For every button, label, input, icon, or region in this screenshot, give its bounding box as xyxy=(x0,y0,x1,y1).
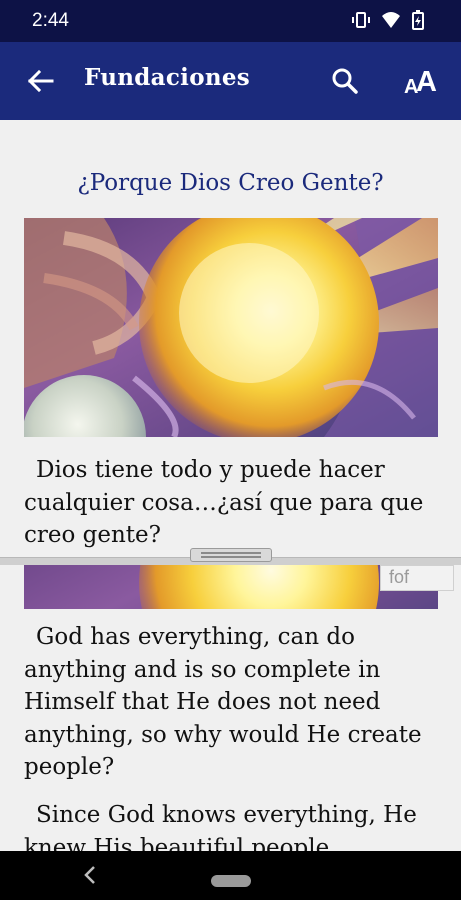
divider-drag-handle[interactable] xyxy=(190,548,272,562)
nav-back-button[interactable] xyxy=(80,863,100,887)
wifi-icon xyxy=(381,10,401,30)
nav-back-icon xyxy=(84,866,95,884)
top-reading-pane[interactable]: ¿Porque Dios Creo Gente? Dios tiene todo… xyxy=(0,120,461,557)
system-nav-bar xyxy=(0,851,461,900)
paragraph-en-1: God has everything, can do anything and … xyxy=(24,624,422,780)
illustration-image xyxy=(24,218,438,437)
paragraph-es: Dios tiene todo y puede hacer cualquier … xyxy=(24,457,424,548)
font-size-button[interactable]: A A xyxy=(400,62,444,102)
status-time: 2:44 xyxy=(32,10,69,31)
bottom-reading-pane[interactable]: fof God has everything, can do anything … xyxy=(0,565,461,851)
chapter-heading: ¿Porque Dios Creo Gente? xyxy=(77,170,384,196)
status-icons xyxy=(351,10,431,30)
vibrate-icon xyxy=(351,10,371,30)
battery-icon xyxy=(411,10,431,30)
search-icon xyxy=(332,68,358,94)
home-pill-icon[interactable] xyxy=(211,875,251,887)
version-label[interactable]: fof xyxy=(380,565,454,591)
font-size-icon-large: A xyxy=(416,66,437,98)
back-button[interactable] xyxy=(24,64,58,98)
search-button[interactable] xyxy=(328,64,362,98)
arrow-back-icon xyxy=(27,69,54,93)
illustration-image-bottom xyxy=(24,565,438,609)
app-bar: Fundaciones A A xyxy=(0,42,461,120)
status-bar: 2:44 xyxy=(0,0,461,42)
paragraph-en-2: Since God knows everything, He knew His … xyxy=(24,802,417,851)
app-title: Fundaciones xyxy=(84,64,251,91)
